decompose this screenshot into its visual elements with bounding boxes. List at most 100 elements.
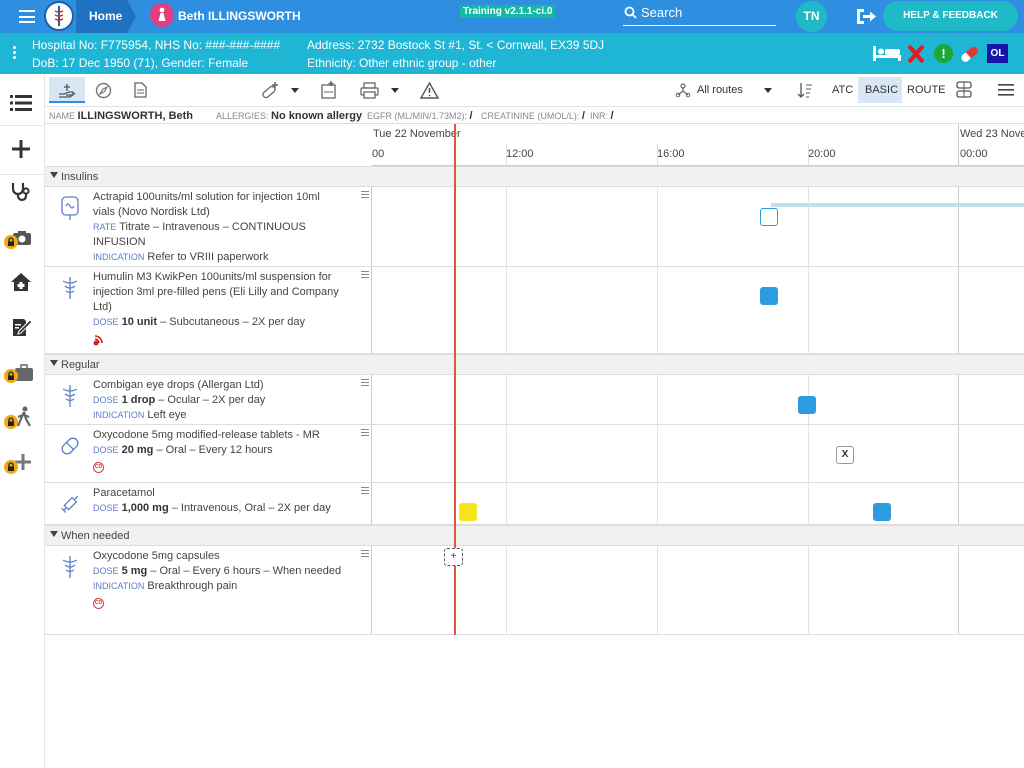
add-prn-dose-button-overlay[interactable]: + [444,548,463,566]
hospital-number: Hospital No: F775954, NHS No: ###-###-##… [32,38,281,52]
section-regular[interactable]: Regular [45,354,1024,375]
drug-row-actrapid[interactable]: Actrapid 100units/ml solution for inject… [45,187,1024,267]
hand-medication-icon [59,84,76,98]
order-set-icon[interactable] [321,80,337,100]
field-value: Titrate – Intravenous – CONTINUOUS INFUS… [93,221,306,248]
name-value: ILLINGSWORTH, Beth [77,110,194,122]
sidebar-stethoscope-icon[interactable] [10,181,32,203]
scheduled-dose-marker[interactable] [760,287,778,305]
logout-icon[interactable] [855,8,877,25]
row-menu-icon[interactable] [361,550,369,558]
app-logo-icon [44,1,74,31]
header-patient-name[interactable]: Beth ILLINGSWORTH [178,9,301,23]
bed-icon[interactable] [872,44,902,62]
drug-details: Paracetamol DOSE 1,000 mg – Intravenous,… [93,486,343,516]
scheduled-dose-marker[interactable] [873,503,891,521]
administration-view-button[interactable] [49,77,85,103]
document-icon[interactable] [134,82,147,98]
row-menu-icon[interactable] [361,379,369,387]
collapse-icon [50,172,58,178]
add-medication-icon[interactable] [261,81,281,99]
print-dropdown-icon[interactable] [391,88,399,93]
home-breadcrumb[interactable]: Home [76,0,136,33]
field-value: – Oral – Every 6 hours – When needed [147,565,342,577]
compass-icon[interactable] [95,82,112,99]
caduceus-icon [62,556,78,578]
missed-dose-marker[interactable]: X [836,446,854,464]
patient-banner: Hospital No: F775954, NHS No: ###-###-##… [0,33,1024,74]
egfr-value: / [469,110,473,122]
sidebar-document-edit-icon[interactable] [11,316,33,338]
add-medication-dropdown-icon[interactable] [291,88,299,93]
field-key: INDICATION [93,252,145,262]
field-value: Breakthrough pain [147,580,238,592]
scheduled-dose-marker[interactable] [760,208,778,226]
red-x-icon[interactable] [907,44,925,64]
iv-bag-icon [61,196,79,220]
all-routes-select[interactable]: All routes [697,84,743,96]
ol-badge[interactable]: OL [987,44,1008,63]
collapse-icon [50,360,58,366]
drug-row-combigan[interactable]: Combigan eye drops (Allergan Ltd) DOSE 1… [45,375,1024,425]
user-avatar[interactable]: TN [796,1,827,32]
field-key: RATE [93,222,117,232]
pill-icon[interactable] [959,44,981,64]
alert-icon[interactable]: ! [934,44,953,63]
drug-row-oxycodone-capsules[interactable]: Oxycodone 5mg capsules DOSE 5 mg – Oral … [45,546,1024,635]
infusion-bar[interactable] [771,203,1024,207]
lock-icon [4,415,18,429]
field-value: Left eye [147,409,187,421]
row-menu-icon[interactable] [361,487,369,495]
patient-dob: DoB: 17 Dec 1950 (71), Gender: Female [32,56,249,70]
timeline-hour-00: 00 [372,148,385,160]
dose-value: 1 drop [121,394,156,406]
hamburger-menu-icon[interactable] [19,10,35,23]
training-badge: Training v2.1.1-ci.0 [460,5,556,18]
sidebar-add-icon[interactable] [11,139,31,159]
search-label: Search [641,5,683,20]
field-key: DOSE [93,395,119,405]
creatinine-value: / [581,110,585,122]
female-patient-icon [150,3,174,27]
drug-row-paracetamol[interactable]: Paracetamol DOSE 1,000 mg – Intravenous,… [45,483,1024,525]
atc-tab[interactable]: ATC [832,84,853,96]
search-field[interactable]: Search [623,4,776,26]
patient-address: Address: 2732 Bostock St #1, St. < Cornw… [307,38,605,52]
main-menu-icon[interactable] [998,84,1014,96]
field-value: – Intravenous, Oral – 2X per day [168,502,331,514]
patient-ethnicity: Ethnicity: Other ethnic group - other [307,56,497,70]
print-icon[interactable] [360,82,379,99]
drug-details: Humulin M3 KwikPen 100units/ml suspensio… [93,270,343,351]
group-view-icon[interactable] [956,81,972,98]
caduceus-icon [62,385,78,407]
timeline-day-2: Wed 23 Nove [960,128,1024,140]
section-label: When needed [61,530,130,542]
drug-name: Oxycodone 5mg capsules [93,550,220,562]
home-label: Home [89,9,123,23]
drug-row-oxycodone-mr[interactable]: Oxycodone 5mg modified-release tablets -… [45,425,1024,483]
given-dose-marker[interactable] [459,503,477,521]
help-feedback-button[interactable]: HELP & FEEDBACK [883,1,1018,31]
row-menu-icon[interactable] [361,191,369,199]
drug-name: Oxycodone 5mg modified-release tablets -… [93,429,320,441]
inr-value: / [610,110,614,122]
sidebar-list-icon[interactable] [10,95,32,111]
patient-banner-more-icon[interactable] [13,46,16,60]
dose-value: 1,000 mg [121,502,169,514]
section-when-needed[interactable]: When needed [45,525,1024,546]
sort-icon[interactable] [797,82,813,99]
section-insulins[interactable]: Insulins [45,166,1024,187]
timeline-hour-20: 20:00 [808,148,836,160]
row-menu-icon[interactable] [361,429,369,437]
routes-dropdown-icon[interactable] [764,88,772,93]
lock-icon [4,235,18,249]
warning-icon[interactable] [420,82,439,99]
sidebar-home-medical-icon[interactable] [10,272,32,292]
row-menu-icon[interactable] [361,271,369,279]
drug-row-humulin[interactable]: Humulin M3 KwikPen 100units/ml suspensio… [45,267,1024,354]
section-label: Insulins [61,171,99,183]
scheduled-dose-marker[interactable] [798,396,816,414]
basic-tab[interactable]: BASIC [858,77,902,103]
left-sidebar [0,74,45,768]
route-tab[interactable]: ROUTE [907,84,946,96]
